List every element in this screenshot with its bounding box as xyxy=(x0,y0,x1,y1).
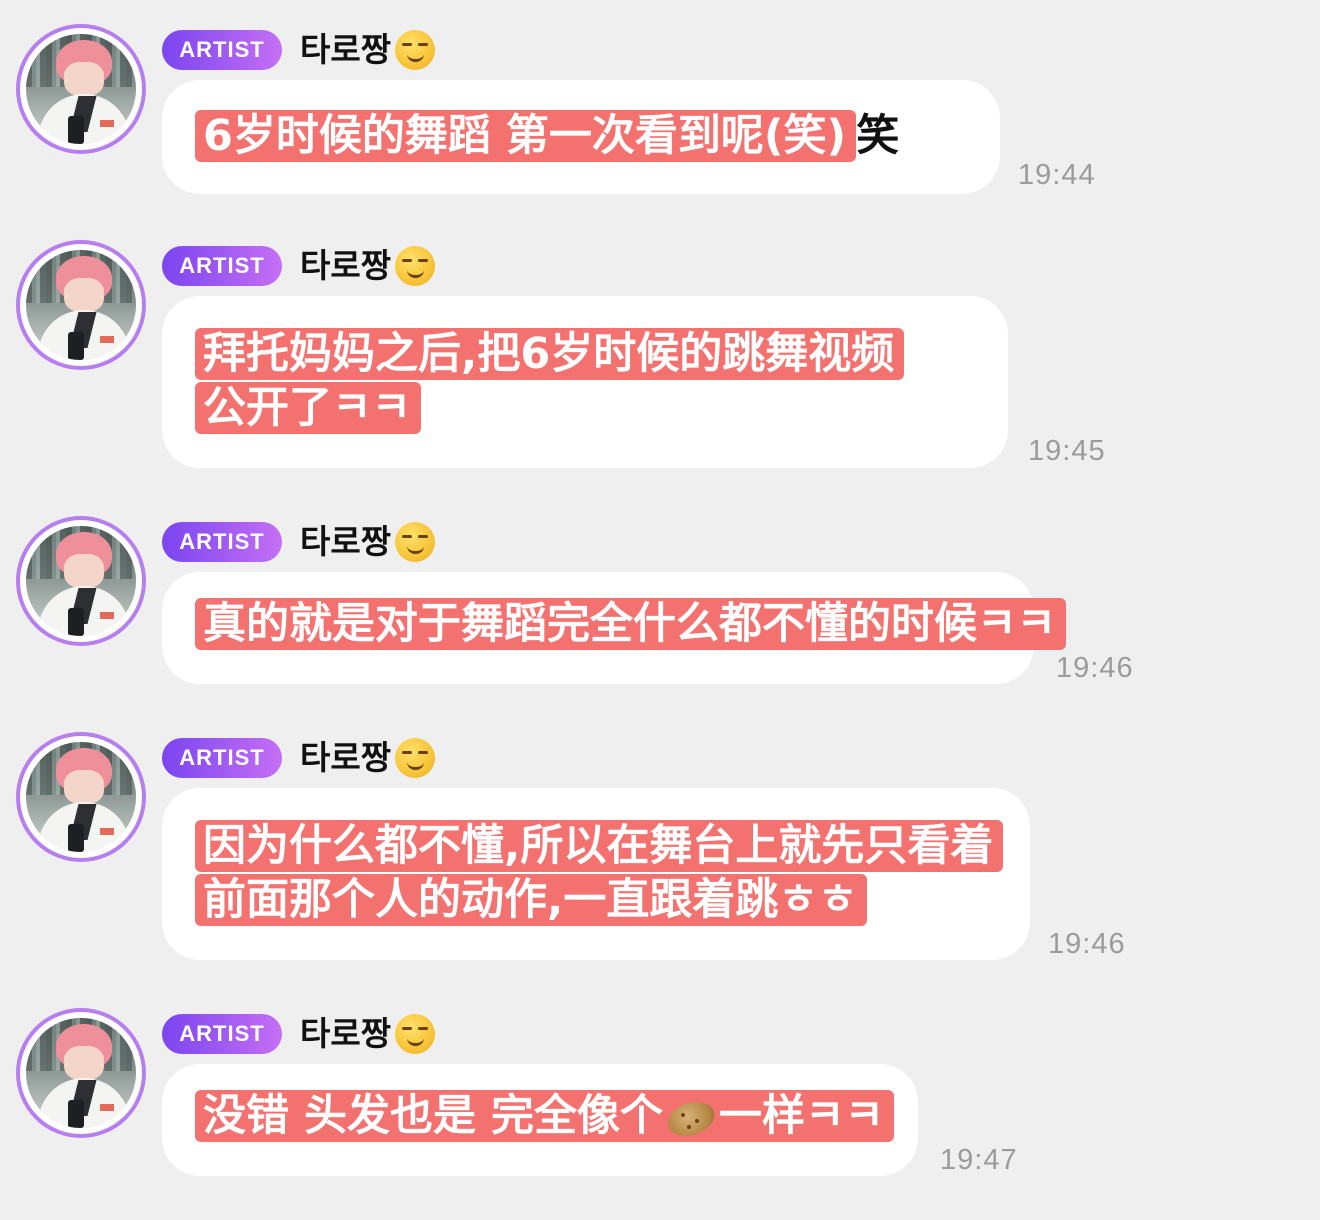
sender-name-text: 타로짱 xyxy=(300,30,392,69)
text-after-emoji: 一样ㅋㅋ xyxy=(718,1091,885,1141)
chat-message: ARTIST 타로짱 拜托妈妈之后,把6岁时候的跳舞视频 公开了ㅋㅋ 19:45 xyxy=(0,238,1320,478)
message-timestamp: 19:47 xyxy=(940,1144,1018,1176)
highlighted-text: 真的就是对于舞蹈完全什么都不懂的时候ㅋㅋ xyxy=(195,598,1067,650)
text-before-emoji: 没错 头发也是 完全像个 xyxy=(203,1091,663,1141)
avatar-photo xyxy=(26,34,136,144)
artist-badge: ARTIST xyxy=(162,522,282,562)
artist-badge: ARTIST xyxy=(162,1014,282,1054)
message-line: 前面那个人的动作,一直跟着跳ㅎㅎ xyxy=(195,874,1003,926)
avatar-photo xyxy=(26,1018,136,1128)
smirking-face-icon xyxy=(395,738,436,778)
potato-icon xyxy=(663,1095,719,1142)
smirking-face-icon xyxy=(395,1014,436,1054)
trailing-text: 笑 xyxy=(856,111,900,161)
sender-name[interactable]: 타로짱 xyxy=(300,1012,436,1056)
avatar[interactable] xyxy=(16,1008,146,1138)
message-timestamp: 19:46 xyxy=(1048,928,1126,960)
avatar-photo xyxy=(26,250,136,360)
sender-name-text: 타로짱 xyxy=(300,1014,392,1053)
avatar[interactable] xyxy=(16,516,146,646)
message-line: 因为什么都不懂,所以在舞台上就先只看着 xyxy=(195,820,1004,872)
sender-name-text: 타로짱 xyxy=(300,522,392,561)
avatar-photo xyxy=(26,742,136,852)
highlighted-text: 前面那个人的动作,一直跟着跳ㅎㅎ xyxy=(195,874,868,926)
message-timestamp: 19:45 xyxy=(1028,435,1106,467)
avatar[interactable] xyxy=(16,240,146,370)
message-line: 没错 头发也是 完全像个 一样ㅋㅋ xyxy=(195,1090,895,1142)
message-line: 真的就是对于舞蹈完全什么都不懂的时候ㅋㅋ xyxy=(195,598,1067,650)
artist-badge: ARTIST xyxy=(162,738,282,778)
sender-name-text: 타로짱 xyxy=(300,738,392,777)
smirking-face-icon xyxy=(395,30,436,70)
smirking-face-icon xyxy=(395,246,436,286)
chat-message: ARTIST 타로짱 没错 头发也是 完全像个 一样ㅋㅋ 19:47 xyxy=(0,1006,1320,1196)
chat-message: ARTIST 타로짱 真的就是对于舞蹈完全什么都不懂的时候ㅋㅋ 19:46 xyxy=(0,514,1320,694)
message-line: 拜托妈妈之后,把6岁时候的跳舞视频 xyxy=(195,328,905,380)
sender-name[interactable]: 타로짱 xyxy=(300,736,436,780)
sender-name[interactable]: 타로짱 xyxy=(300,28,436,72)
smirking-face-icon xyxy=(395,522,436,562)
highlighted-text: 公开了ㅋㅋ xyxy=(195,382,422,434)
avatar-photo xyxy=(26,526,136,636)
highlighted-text: 因为什么都不懂,所以在舞台上就先只看着 xyxy=(195,820,1004,872)
highlighted-text: 6岁时候的舞蹈 第一次看到呢(笑) xyxy=(195,110,857,162)
avatar[interactable] xyxy=(16,24,146,154)
chat-message: ARTIST 타로짱 6岁时候的舞蹈 第一次看到呢(笑) 笑 19:44 xyxy=(0,22,1320,212)
sender-name-text: 타로짱 xyxy=(300,246,392,285)
artist-badge: ARTIST xyxy=(162,30,282,70)
artist-badge: ARTIST xyxy=(162,246,282,286)
avatar[interactable] xyxy=(16,732,146,862)
chat-message: ARTIST 타로짱 因为什么都不懂,所以在舞台上就先只看着 前面那个人的动作,… xyxy=(0,730,1320,970)
sender-name[interactable]: 타로짱 xyxy=(300,244,436,288)
sender-name[interactable]: 타로짱 xyxy=(300,520,436,564)
highlighted-text: 没错 头发也是 完全像个 一样ㅋㅋ xyxy=(195,1090,895,1142)
message-timestamp: 19:44 xyxy=(1018,159,1096,191)
message-timestamp: 19:46 xyxy=(1056,652,1134,684)
highlighted-text: 拜托妈妈之后,把6岁时候的跳舞视频 xyxy=(195,328,905,380)
message-line: 公开了ㅋㅋ xyxy=(195,382,904,434)
message-line: 6岁时候的舞蹈 第一次看到呢(笑) 笑 xyxy=(195,110,899,162)
